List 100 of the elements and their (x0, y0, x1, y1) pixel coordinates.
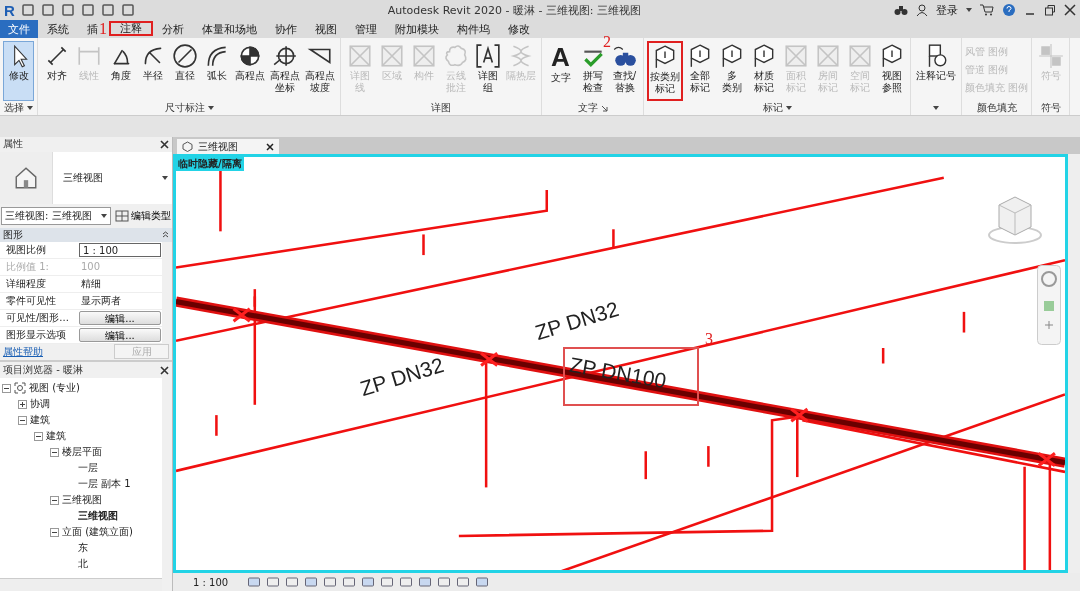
navigation-bar[interactable] (1037, 265, 1061, 345)
ribbon-tab[interactable]: 注释 (109, 21, 153, 36)
ribbon-button[interactable]: A 文字 (545, 41, 576, 101)
ribbon-button[interactable]: 半径 (137, 41, 168, 101)
collapse-icon[interactable] (50, 447, 59, 457)
view-control-icon[interactable] (323, 576, 338, 588)
view-control-icon[interactable] (456, 576, 471, 588)
edit-button[interactable]: 编辑... (79, 310, 161, 325)
user-icon[interactable] (916, 4, 928, 16)
ribbon-tab[interactable]: 协作 (266, 20, 306, 38)
quick-access-icon[interactable] (120, 3, 135, 17)
collapse-icon[interactable] (50, 527, 59, 537)
view-control-icon[interactable] (266, 576, 281, 588)
ribbon-button[interactable]: 全部 标记 (684, 41, 715, 101)
close-icon[interactable] (266, 142, 274, 151)
view-control-icon[interactable] (285, 576, 300, 588)
dropdown-caret-icon[interactable] (27, 106, 33, 110)
expand-icon[interactable] (18, 399, 27, 409)
view-control-icon[interactable] (342, 576, 357, 588)
ribbon-tab[interactable]: 分析 (153, 20, 193, 38)
ribbon-button[interactable]: 详图 组 (472, 41, 503, 101)
dropdown-caret-icon[interactable] (162, 175, 168, 180)
ribbon-button[interactable]: 直径 (169, 41, 200, 101)
tree-item[interactable]: 协调 (30, 397, 50, 411)
ribbon-button[interactable]: 高程点 (233, 41, 267, 101)
pipe-tag[interactable]: ZP DN32 (357, 352, 447, 402)
tree-item[interactable]: 楼层平面 (62, 445, 102, 459)
ribbon-button[interactable]: 多 类别 (716, 41, 747, 101)
tree-item[interactable]: 建筑 (30, 413, 50, 427)
pipe-tag[interactable]: ZP DN32 (532, 296, 622, 346)
edit-button[interactable]: 编辑... (79, 327, 161, 342)
quick-access-icon[interactable] (40, 3, 55, 17)
ribbon-button[interactable]: 高程点 坡度 (303, 41, 337, 101)
collapse-icon[interactable] (162, 231, 169, 239)
dialog-launcher-icon[interactable] (600, 104, 608, 112)
cart-icon[interactable] (980, 4, 994, 16)
dropdown-caret-icon[interactable] (101, 213, 107, 218)
type-selector[interactable]: 三维视图: 三维视图 (1, 206, 111, 225)
dropdown-caret-icon[interactable] (933, 106, 939, 110)
tree-item[interactable]: 视图 (专业) (29, 381, 80, 395)
tree-item[interactable]: 三维视图 (78, 509, 118, 523)
view-control-icon[interactable] (304, 576, 319, 588)
app-logo[interactable]: R (4, 1, 15, 19)
tree-item[interactable]: 北 (78, 557, 88, 571)
tree-item[interactable]: 三维视图 (62, 493, 102, 507)
scrollbar[interactable] (1068, 154, 1080, 573)
ribbon-tab[interactable]: 管理 (346, 20, 386, 38)
ribbon-button[interactable]: 查找/ 替换 (609, 41, 640, 101)
ribbon-tab[interactable]: 插 (78, 20, 99, 38)
ribbon-button[interactable]: 修改 (3, 41, 34, 101)
file-menu-tab[interactable]: 文件 (0, 20, 38, 38)
view-control-icon[interactable] (361, 576, 376, 588)
sign-in-link[interactable]: 登录 (936, 2, 958, 18)
tree-item[interactable]: 东 (78, 541, 88, 555)
tree-item[interactable]: 立面 (建筑立面) (62, 525, 133, 539)
view-control-icon[interactable] (475, 576, 490, 588)
ribbon-button[interactable]: 高程点 坐标 (268, 41, 302, 101)
ribbon-tab[interactable]: 附加模块 (386, 20, 448, 38)
ribbon-button[interactable]: 角度 (105, 41, 136, 101)
dropdown-caret-icon[interactable] (785, 106, 792, 110)
close-icon[interactable] (1064, 4, 1076, 16)
quick-access-icon[interactable] (20, 3, 35, 17)
ribbon-tab[interactable]: 系统 (38, 20, 78, 38)
ribbon-button[interactable]: 材质 标记 (748, 41, 779, 101)
help-link[interactable]: 属性帮助 (3, 344, 43, 359)
ribbon-button[interactable]: 视图 参照 (876, 41, 907, 101)
pipe-tag[interactable]: ZP DN100 (567, 352, 668, 394)
tree-item[interactable]: 一层 (78, 461, 98, 475)
quick-access-icon[interactable] (100, 3, 115, 17)
dropdown-caret-icon[interactable] (966, 8, 972, 12)
quick-access-icon[interactable] (60, 3, 75, 17)
close-icon[interactable] (160, 365, 169, 375)
ribbon-tab[interactable]: 体量和场地 (193, 20, 266, 38)
view-control-icon[interactable] (399, 576, 414, 588)
tree-item[interactable]: 建筑 (46, 429, 66, 443)
view-control-icon[interactable] (418, 576, 433, 588)
ribbon-button[interactable]: 对齐 (41, 41, 72, 101)
binoculars-icon[interactable] (894, 4, 908, 16)
help-icon[interactable] (1002, 3, 1016, 17)
view-tab[interactable]: 三维视图 (177, 139, 279, 154)
collapse-icon[interactable] (2, 383, 11, 393)
close-icon[interactable] (160, 139, 169, 149)
view-scale[interactable]: 1 : 100 (193, 576, 229, 588)
quick-access-icon[interactable] (80, 3, 95, 17)
property-field[interactable]: 1 : 100 (79, 242, 161, 257)
collapse-icon[interactable] (18, 415, 27, 425)
tree-item[interactable]: 一层 副本 1 (78, 477, 131, 491)
collapse-icon[interactable] (34, 431, 43, 441)
restore-icon[interactable] (1044, 4, 1056, 16)
edit-type-button[interactable]: 编辑类型 (115, 208, 171, 223)
ribbon-button[interactable]: 按类别 标记 (647, 41, 683, 101)
view-control-icon[interactable] (247, 576, 262, 588)
dropdown-caret-icon[interactable] (207, 106, 214, 110)
view-control-icon[interactable] (437, 576, 452, 588)
view-control-icon[interactable] (380, 576, 395, 588)
ribbon-tab[interactable]: 构件坞 (448, 20, 499, 38)
collapse-icon[interactable] (50, 495, 59, 505)
ribbon-tab[interactable]: 视图 (306, 20, 346, 38)
ribbon-button[interactable]: 弧长 (201, 41, 232, 101)
ribbon-tab[interactable]: 修改 (499, 20, 539, 38)
